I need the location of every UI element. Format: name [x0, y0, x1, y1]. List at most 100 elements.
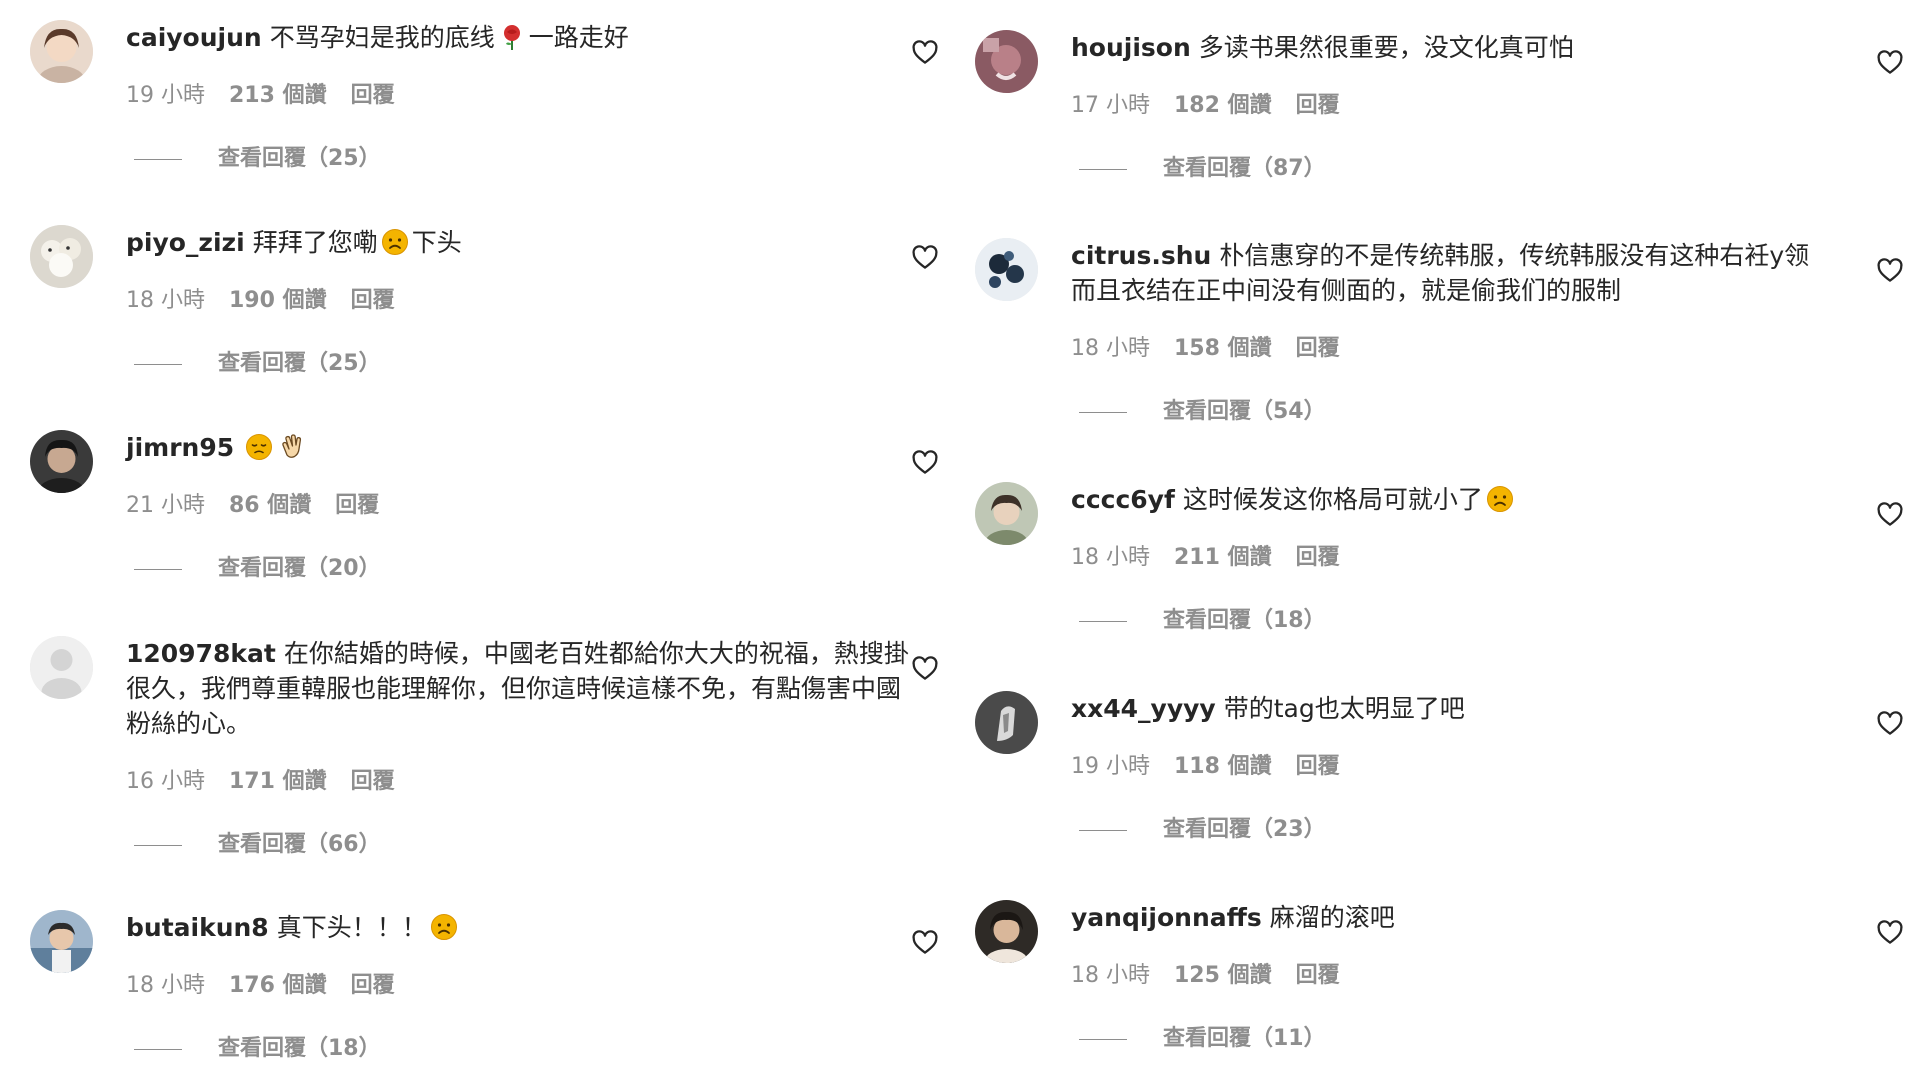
comment-username[interactable]: yanqijonnaffs [1071, 903, 1262, 932]
view-replies-button[interactable]: 查看回覆（20） [126, 554, 916, 584]
comment-username[interactable]: citrus.shu [1071, 241, 1211, 270]
comment-body: 120978kat 在你結婚的時候，中國老百姓都給你大大的祝福，熱搜掛很久，我們尊… [126, 636, 916, 860]
sad-face-icon [430, 913, 458, 941]
comment-text: yanqijonnaffs 麻溜的滚吧 [1071, 900, 1831, 935]
view-replies-label: 查看回覆（18） [218, 1036, 381, 1061]
comment-likes[interactable]: 190 個讚 [229, 288, 327, 313]
waving-hand-icon [279, 433, 307, 461]
comment-body: caiyoujun 不骂孕妇是我的底线 一路走好 19 小時 213 個讚 回覆 查看回… [126, 20, 916, 174]
heart-outline-icon[interactable] [910, 653, 940, 683]
disappointed-face-icon [245, 433, 273, 461]
comment-username[interactable]: caiyoujun [126, 23, 262, 52]
comment-content: 不骂孕妇是我的底线 [269, 23, 495, 52]
view-replies-button[interactable]: 查看回覆（25） [126, 349, 916, 379]
avatar[interactable] [975, 691, 1038, 754]
comment-meta: 19 小時 213 個讚 回覆 [126, 81, 916, 111]
comment-likes[interactable]: 86 個讚 [229, 493, 311, 518]
comment-meta: 18 小時 176 個讚 回覆 [126, 971, 916, 1001]
comment-username[interactable]: 120978kat [126, 639, 276, 668]
reply-button[interactable]: 回覆 [1296, 336, 1340, 361]
comment-likes[interactable]: 182 個讚 [1174, 93, 1272, 118]
view-replies-button[interactable]: 查看回覆（11） [1071, 1024, 1831, 1054]
replies-divider [1079, 829, 1127, 831]
comment-username[interactable]: cccc6yf [1071, 485, 1175, 514]
comment-body: piyo_zizi 拜拜了您嘞 下头 18 小時 190 個讚 回覆 查看回覆（25） [126, 225, 916, 379]
comment-meta: 18 小時 125 個讚 回覆 [1071, 961, 1831, 991]
comment-username[interactable]: houjison [1071, 33, 1191, 62]
comment-body: xx44_yyyy 带的tag也太明显了吧 19 小時 118 個讚 回覆 查看回覆（… [1071, 691, 1831, 845]
avatar[interactable] [975, 30, 1038, 93]
view-replies-button[interactable]: 查看回覆（87） [1071, 154, 1831, 184]
heart-outline-icon[interactable] [1875, 499, 1905, 529]
comment-time: 19 小時 [126, 83, 205, 108]
comment-meta: 21 小時 86 個讚 回覆 [126, 491, 916, 521]
reply-button[interactable]: 回覆 [351, 288, 395, 313]
comment-body: citrus.shu 朴信惠穿的不是传统韩服，传统韩服没有这种右衽y领而且衣结在正… [1071, 238, 1831, 427]
avatar[interactable] [975, 900, 1038, 963]
reply-button[interactable]: 回覆 [351, 83, 395, 108]
comment-content: 这时候发这你格局可就小了 [1182, 485, 1483, 514]
reply-button[interactable]: 回覆 [1296, 963, 1340, 988]
view-replies-label: 查看回覆（87） [1163, 156, 1326, 181]
comment-time: 17 小時 [1071, 93, 1150, 118]
avatar[interactable] [30, 430, 93, 493]
view-replies-label: 查看回覆（20） [218, 556, 381, 581]
avatar[interactable] [30, 910, 93, 973]
comment-likes[interactable]: 125 個讚 [1174, 963, 1272, 988]
comment-username[interactable]: xx44_yyyy [1071, 694, 1216, 723]
view-replies-button[interactable]: 查看回覆（23） [1071, 815, 1831, 845]
reply-button[interactable]: 回覆 [351, 973, 395, 998]
heart-outline-icon[interactable] [1875, 47, 1905, 77]
heart-outline-icon[interactable] [910, 927, 940, 957]
comment-username[interactable]: butaikun8 [126, 913, 269, 942]
view-replies-button[interactable]: 查看回覆（18） [126, 1034, 916, 1064]
heart-outline-icon[interactable] [910, 447, 940, 477]
comment-text: butaikun8 真下头！！！ [126, 910, 916, 945]
replies-divider [134, 363, 182, 365]
comment-username[interactable]: piyo_zizi [126, 228, 245, 257]
view-replies-button[interactable]: 查看回覆（66） [126, 830, 916, 860]
view-replies-button[interactable]: 查看回覆（25） [126, 144, 916, 174]
comment-text: caiyoujun 不骂孕妇是我的底线 一路走好 [126, 20, 916, 55]
comment-meta: 18 小時 190 個讚 回覆 [126, 286, 916, 316]
comment-likes[interactable]: 158 個讚 [1174, 336, 1272, 361]
comment-likes[interactable]: 213 個讚 [229, 83, 327, 108]
comment-content: 麻溜的滚吧 [1269, 903, 1395, 932]
heart-outline-icon[interactable] [1875, 255, 1905, 285]
view-replies-button[interactable]: 查看回覆（18） [1071, 606, 1831, 636]
comment-likes[interactable]: 211 個讚 [1174, 545, 1272, 570]
comments-page: caiyoujun 不骂孕妇是我的底线 一路走好 19 小時 213 個讚 回覆 查看回… [0, 0, 1920, 1080]
replies-divider [134, 1048, 182, 1050]
heart-outline-icon[interactable] [1875, 917, 1905, 947]
view-replies-label: 查看回覆（54） [1163, 399, 1326, 424]
reply-button[interactable]: 回覆 [1296, 93, 1340, 118]
comment-text: piyo_zizi 拜拜了您嘞 下头 [126, 225, 916, 260]
comment-content: 带的tag也太明显了吧 [1223, 694, 1465, 723]
comment-likes[interactable]: 176 個讚 [229, 973, 327, 998]
heart-outline-icon[interactable] [910, 242, 940, 272]
comment-likes[interactable]: 171 個讚 [229, 769, 327, 794]
view-replies-label: 查看回覆（25） [218, 146, 381, 171]
replies-divider [134, 158, 182, 160]
view-replies-label: 查看回覆（23） [1163, 817, 1326, 842]
comment-content-tail: 下头 [411, 228, 462, 257]
heart-outline-icon[interactable] [1875, 708, 1905, 738]
heart-outline-icon[interactable] [910, 37, 940, 67]
avatar[interactable] [30, 636, 93, 699]
avatar[interactable] [975, 238, 1038, 301]
avatar[interactable] [975, 482, 1038, 545]
rose-icon [498, 23, 526, 51]
replies-divider [1079, 411, 1127, 413]
reply-button[interactable]: 回覆 [1296, 545, 1340, 570]
comment-username[interactable]: jimrn95 [126, 433, 234, 462]
avatar[interactable] [30, 20, 93, 83]
avatar[interactable] [30, 225, 93, 288]
reply-button[interactable]: 回覆 [351, 769, 395, 794]
reply-button[interactable]: 回覆 [335, 493, 379, 518]
view-replies-label: 查看回覆（66） [218, 832, 381, 857]
comment-meta: 18 小時 211 個讚 回覆 [1071, 543, 1831, 573]
view-replies-button[interactable]: 查看回覆（54） [1071, 397, 1831, 427]
replies-divider [134, 844, 182, 846]
comment-likes[interactable]: 118 個讚 [1174, 754, 1272, 779]
reply-button[interactable]: 回覆 [1296, 754, 1340, 779]
